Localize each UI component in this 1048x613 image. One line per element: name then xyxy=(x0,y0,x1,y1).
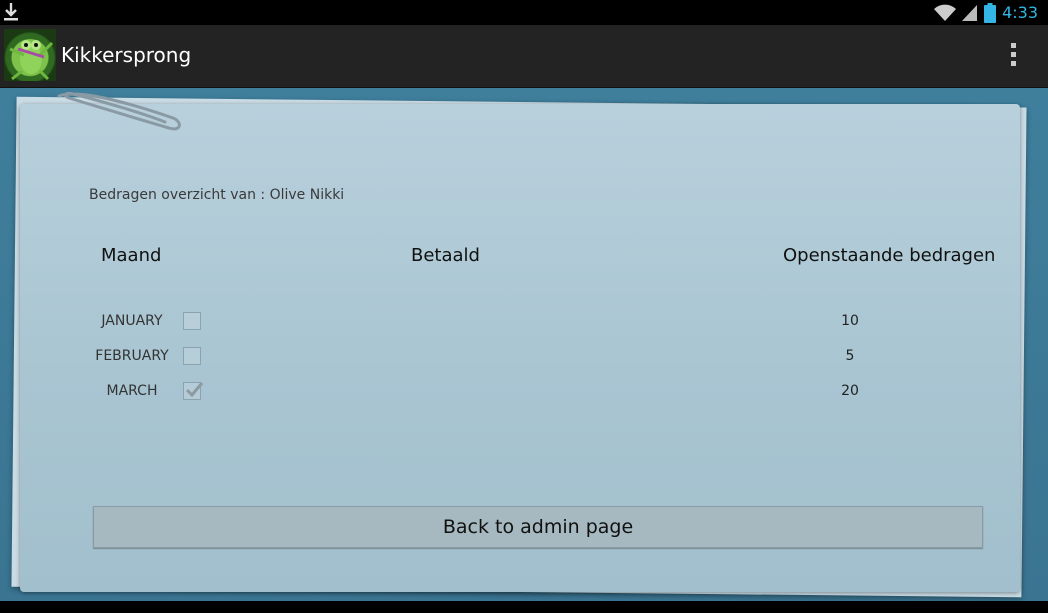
month-label: FEBRUARY xyxy=(95,348,169,364)
back-to-admin-button[interactable]: Back to admin page xyxy=(93,506,983,548)
outstanding-amount: 10 xyxy=(841,313,859,329)
column-header-month: Maand xyxy=(101,245,162,266)
month-label: MARCH xyxy=(106,383,158,399)
paid-checkbox[interactable] xyxy=(183,382,204,400)
checkmark-icon xyxy=(185,382,204,398)
outstanding-amount: 20 xyxy=(841,383,859,399)
bottom-edge xyxy=(0,601,1048,613)
paid-checkbox[interactable] xyxy=(183,312,201,330)
action-bar: Kikkersprong xyxy=(0,25,1048,89)
frog-icon xyxy=(9,40,54,81)
overview-subtitle: Bedragen overzicht van : Olive Nikki xyxy=(89,187,345,203)
column-header-paid: Betaald xyxy=(411,245,480,266)
overflow-menu-icon[interactable] xyxy=(1008,43,1018,69)
status-time: 4:33 xyxy=(1002,3,1038,22)
status-bar: 4:33 xyxy=(0,0,1048,25)
frog-app-icon[interactable] xyxy=(4,29,56,81)
column-header-outstanding: Openstaande bedragen xyxy=(783,245,996,266)
paperclip-icon xyxy=(57,92,181,131)
month-label: JANUARY xyxy=(101,313,163,329)
wifi-icon xyxy=(934,4,957,21)
battery-icon xyxy=(984,2,997,23)
app-title: Kikkersprong xyxy=(61,43,192,67)
paid-checkbox[interactable] xyxy=(183,347,201,365)
signal-icon xyxy=(962,4,978,21)
download-icon xyxy=(4,3,18,21)
outstanding-amount: 5 xyxy=(845,348,855,364)
